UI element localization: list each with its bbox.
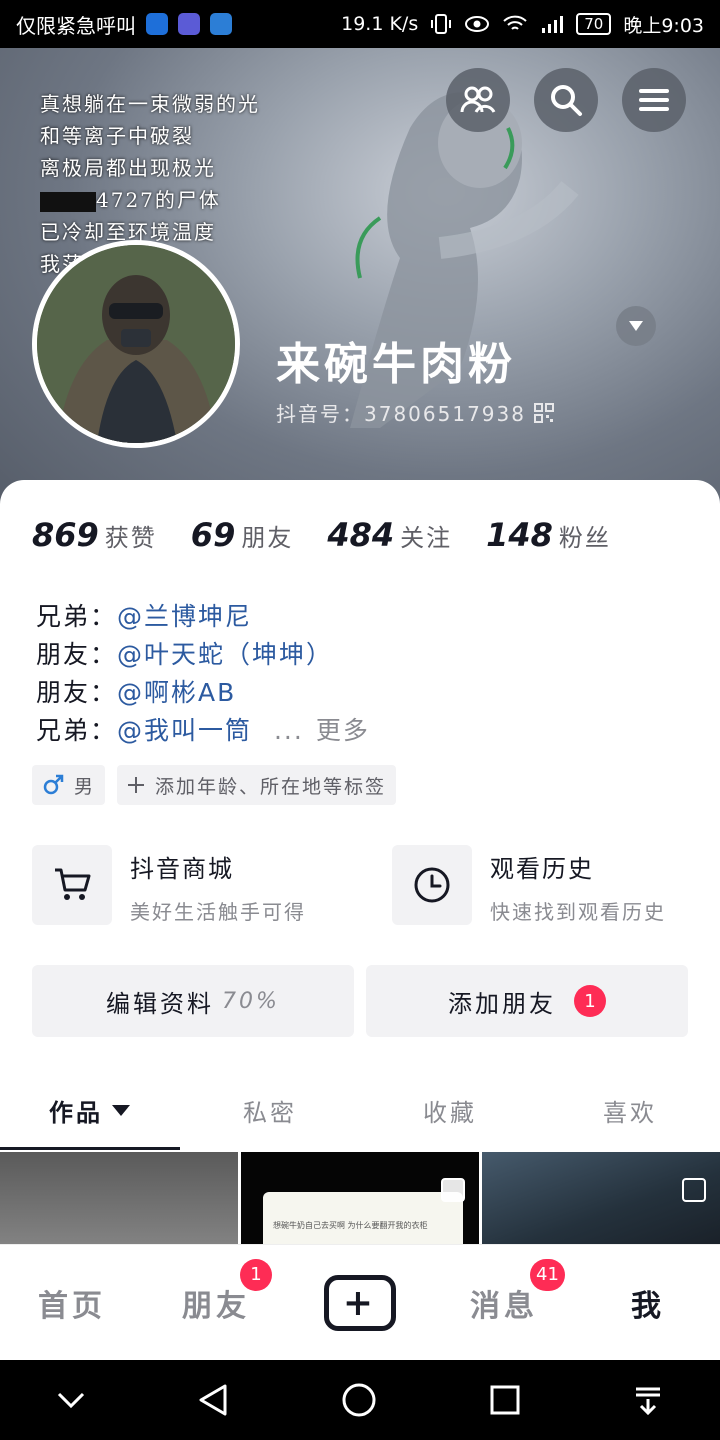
bio-line: 兄弟：@兰博坤尼 (36, 602, 253, 631)
shop-entry[interactable]: 抖音商城 美好生活触手可得 (32, 845, 306, 925)
account-switch-button[interactable] (616, 306, 656, 346)
tab-favorites[interactable]: 收藏 (360, 1070, 540, 1150)
profile-sheet: 869 获赞 69 朋友 484 关注 148 粉丝 兄弟：@兰博坤尼 朋友：@叶天蛇（… (0, 480, 720, 1360)
stats-row: 869 获赞 69 朋友 484 关注 148 粉丝 (32, 516, 611, 554)
multi-image-icon (441, 1178, 465, 1202)
friends-button[interactable] (446, 68, 510, 132)
video-thumbnail[interactable]: 想碗牛奶自己去买啊 为什么要翻开我的衣柜 (241, 1152, 479, 1244)
recents-square-icon[interactable] (490, 1385, 520, 1415)
add-tags-button[interactable]: 添加年龄、所在地等标签 (117, 765, 397, 805)
douyin-id[interactable]: 抖音号：37806517938 (276, 398, 554, 427)
history-entry[interactable]: 观看历史 快速找到观看历史 (392, 845, 666, 925)
search-icon (551, 85, 582, 116)
gender-tag[interactable]: 男 (32, 765, 106, 805)
stat-likes[interactable]: 869 获赞 (32, 516, 157, 554)
app-shield-icon (146, 13, 168, 35)
redaction-bar (40, 191, 96, 212)
stat-following[interactable]: 484 关注 (327, 516, 452, 554)
nav-friends[interactable]: 朋友 1 (144, 1258, 288, 1325)
multi-image-icon (682, 1178, 706, 1202)
search-button[interactable] (534, 68, 598, 132)
mention-link[interactable]: @啊彬AB (117, 678, 236, 707)
status-bar: 仅限紧急呼叫 19.1 K/s 70 晚上9:03 (0, 0, 720, 48)
poem-line: 真想躺在一束微弱的光 (40, 92, 260, 116)
edit-profile-button[interactable]: 编辑资料 70% (32, 965, 354, 1037)
shop-title: 抖音商城 (130, 855, 234, 883)
nav-messages[interactable]: 消息 41 (432, 1258, 576, 1325)
back-icon[interactable] (198, 1384, 228, 1416)
nickname: 来碗牛肉粉 (276, 339, 516, 390)
video-grid: 想碗牛奶自己去买啊 为什么要翻开我的衣柜 (0, 1152, 720, 1244)
bio-more-button[interactable]: 更多 (316, 716, 370, 745)
bottom-nav: 首页 朋友 1 + 消息 41 我 (0, 1244, 720, 1360)
menu-button[interactable] (622, 68, 686, 132)
tab-likes[interactable]: 喜欢 (540, 1070, 720, 1150)
app-graduation-icon (178, 13, 200, 35)
shop-subtitle: 美好生活触手可得 (130, 900, 306, 924)
content-tabs: 作品 私密 收藏 喜欢 (0, 1070, 720, 1150)
friends-badge: 1 (240, 1258, 272, 1291)
network-speed: 19.1 K/s (341, 13, 419, 35)
mention-link[interactable]: @我叫一筒 (117, 716, 252, 745)
signal-icon (542, 16, 564, 33)
notification-pull-icon[interactable] (633, 1385, 663, 1415)
tab-private[interactable]: 私密 (180, 1070, 360, 1150)
poem-line: 4727的尸体 (40, 184, 260, 216)
bio-line: 兄弟：@我叫一筒 ... 更多 (36, 716, 370, 745)
douyin-id-text: 抖音号：37806517938 (276, 402, 526, 426)
avatar-image (37, 245, 235, 443)
shop-icon-tile (32, 845, 112, 925)
home-circle-icon[interactable] (342, 1383, 376, 1417)
hamburger-icon (639, 89, 669, 111)
history-title: 观看历史 (490, 855, 594, 883)
bio: 兄弟：@兰博坤尼 朋友：@叶天蛇（坤坤） 朋友：@啊彬AB 兄弟：@我叫一筒 .… (36, 598, 370, 750)
mention-link[interactable]: @叶天蛇（坤坤） (117, 640, 333, 669)
bio-line: 朋友：@叶天蛇（坤坤） (36, 640, 334, 669)
nav-home[interactable]: 首页 (0, 1281, 144, 1325)
messages-badge: 41 (530, 1258, 565, 1291)
chat-screenshot: 想碗牛奶自己去买啊 为什么要翻开我的衣柜 (263, 1192, 463, 1244)
chevron-down-icon[interactable] (57, 1391, 85, 1409)
tag-row: 男 添加年龄、所在地等标签 (32, 765, 397, 805)
video-thumbnail[interactable] (482, 1152, 720, 1244)
cart-icon (55, 868, 91, 900)
clock-icon (414, 867, 450, 903)
qrcode-icon[interactable] (533, 402, 554, 423)
nav-me[interactable]: 我 (576, 1281, 720, 1325)
caret-down-icon (112, 1105, 130, 1116)
stat-friends[interactable]: 69 朋友 (191, 516, 294, 554)
poem-line: 离极局都出现极光 (40, 156, 216, 180)
poem-line: 和等离子中破裂 (40, 124, 194, 148)
eye-icon (465, 16, 490, 32)
app-vscode-icon (210, 13, 232, 35)
carrier-text: 仅限紧急呼叫 (16, 13, 136, 38)
video-thumbnail[interactable] (0, 1152, 238, 1244)
mention-link[interactable]: @兰博坤尼 (117, 602, 252, 631)
nav-create[interactable]: + (288, 1274, 432, 1331)
system-nav-bar (0, 1360, 720, 1440)
history-icon-tile (392, 845, 472, 925)
create-plus-icon: + (324, 1274, 396, 1331)
add-friend-button[interactable]: 添加朋友 1 (366, 965, 688, 1037)
history-subtitle: 快速找到观看历史 (490, 900, 666, 924)
add-friend-badge: 1 (574, 985, 606, 1017)
profile-completion: 70% (222, 988, 280, 1014)
people-icon (460, 86, 496, 113)
avatar[interactable] (32, 240, 240, 448)
battery-indicator: 70 (576, 13, 612, 35)
stat-followers[interactable]: 148 粉丝 (486, 516, 611, 554)
plus-icon (128, 777, 145, 793)
profile-header: 真想躺在一束微弱的光 和等离子中破裂 离极局都出现极光 4727的尸体 已冷却至… (0, 48, 720, 528)
wifi-icon (503, 15, 527, 30)
caret-down-icon (629, 321, 643, 331)
male-icon (43, 774, 64, 795)
bio-line: 朋友：@啊彬AB (36, 678, 237, 707)
tab-works[interactable]: 作品 (0, 1070, 180, 1150)
time-text: 晚上9:03 (623, 14, 704, 37)
vibrate-icon (431, 14, 452, 34)
